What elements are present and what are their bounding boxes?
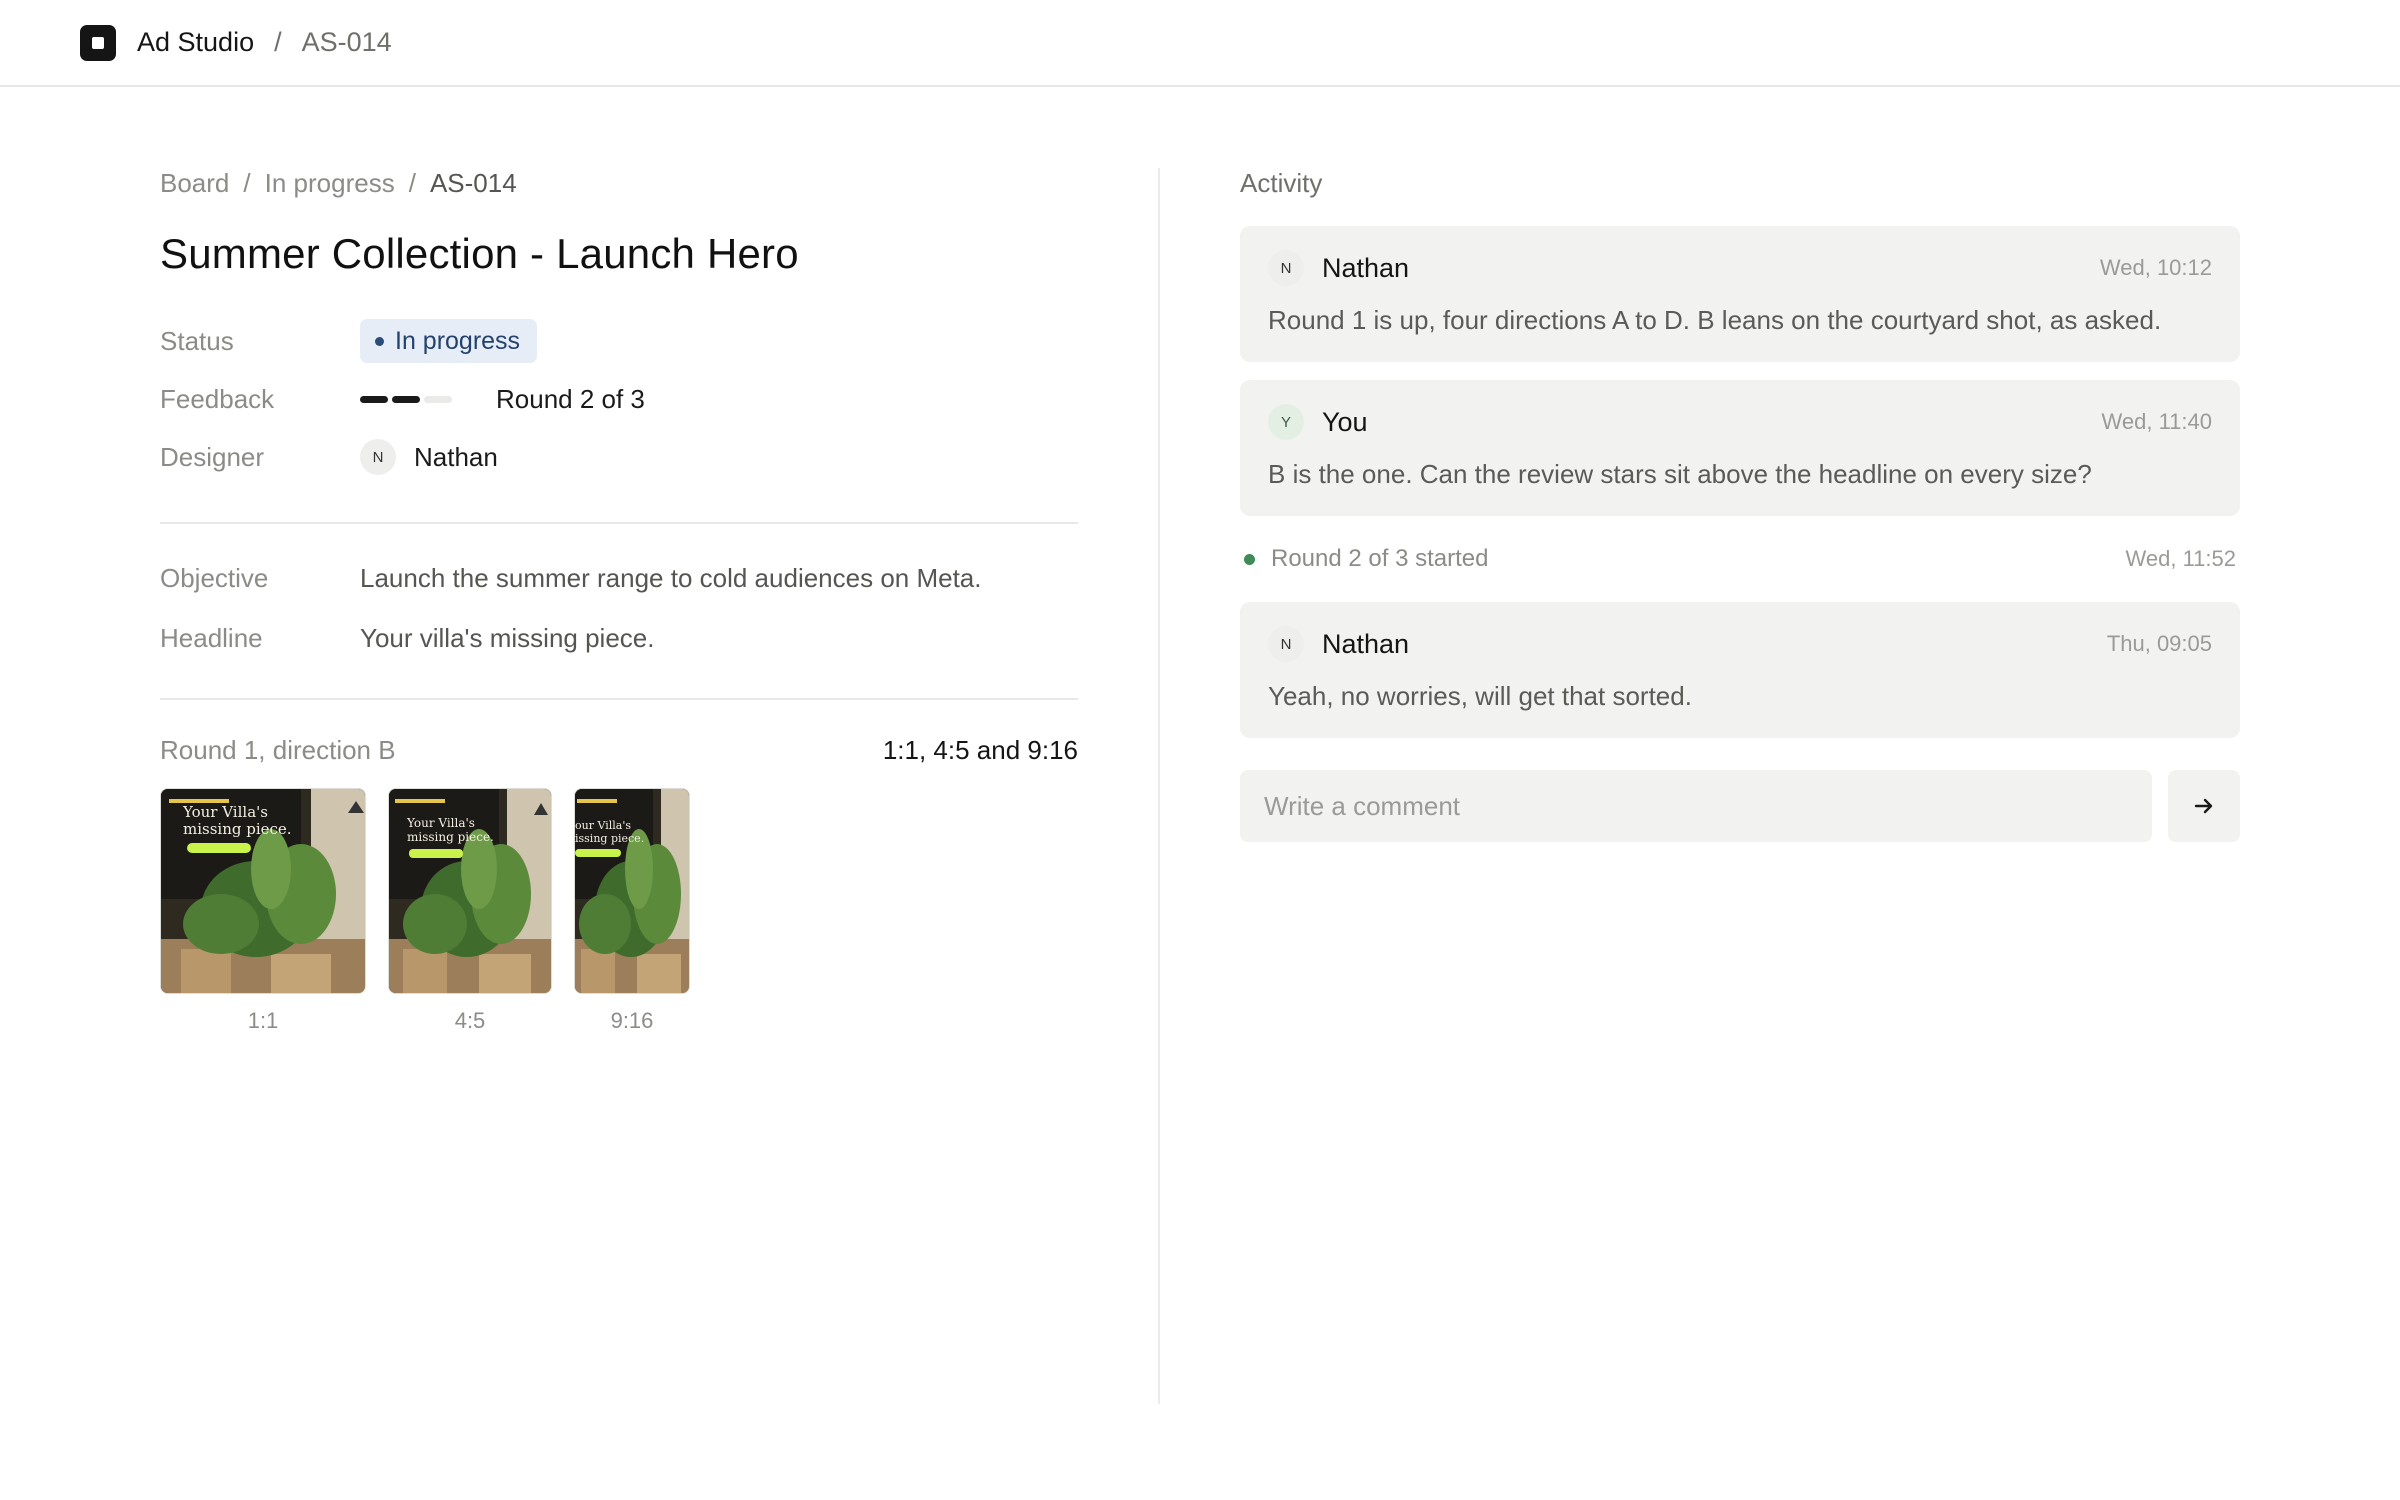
- app-logo-icon[interactable]: [80, 24, 116, 61]
- breadcrumb-separator: /: [243, 167, 251, 198]
- activity-title: Activity: [1240, 167, 1323, 198]
- headline-value: Your villa's missing piece.: [360, 622, 655, 653]
- objective-label: Objective: [160, 562, 269, 593]
- event-text: Round 2 of 3 started: [1271, 545, 1489, 572]
- thumbnail-label: 4:5: [454, 1008, 486, 1033]
- status-badge[interactable]: In progress: [360, 319, 538, 363]
- avatar: N: [1268, 250, 1304, 286]
- creatives-title: Round 1, direction B: [160, 734, 396, 765]
- objective-value: Launch the summer range to cold audience…: [360, 562, 982, 593]
- designer-label: Designer: [160, 441, 265, 472]
- creative-image[interactable]: Your Villa's missing piece.: [388, 788, 552, 994]
- feedback-row: Feedback Round 2 of 3: [160, 370, 1078, 428]
- thumbnail-label: 9:16: [610, 1008, 654, 1033]
- app-title[interactable]: Ad Studio: [137, 27, 254, 58]
- thumb-caption-line: missing piece.: [183, 820, 292, 838]
- creative-thumbnails: Your Villa's missing piece. 1:1 Your Vil…: [160, 788, 1078, 1034]
- creative-image[interactable]: Your Villa's missing piece.: [160, 788, 366, 994]
- comment-author: You: [1322, 406, 1368, 437]
- event-dot-icon: [1244, 553, 1255, 565]
- thumbnail-1-1[interactable]: Your Villa's missing piece. 1:1: [160, 788, 366, 1034]
- comment-input[interactable]: [1240, 770, 2152, 842]
- properties: Status In progress Feedback Round 2 of 3…: [160, 312, 1078, 486]
- comment-time: Wed, 10:12: [2099, 255, 2212, 280]
- activity-event: Round 2 of 3 started Wed, 11:52: [1240, 534, 2240, 584]
- thumb-caption-line: Your Villa's: [406, 816, 475, 830]
- topbar-item-id: AS-014: [301, 27, 392, 57]
- feedback-label: Feedback: [160, 383, 275, 414]
- avatar: Y: [1268, 404, 1304, 440]
- comment-time: Wed, 11:40: [2101, 409, 2212, 434]
- top-bar: Ad Studio / AS-014: [0, 0, 2400, 87]
- event-time: Wed, 11:52: [2125, 546, 2236, 571]
- designer-row: Designer N Nathan: [160, 428, 1078, 486]
- page-title: Summer Collection - Launch Hero: [160, 230, 799, 277]
- avatar: N: [360, 439, 396, 475]
- headline-label: Headline: [160, 622, 263, 653]
- thumbnail-9-16[interactable]: our Villa's issing piece. 9:16: [574, 788, 690, 1034]
- progress-segment: [360, 395, 388, 403]
- divider: [160, 698, 1078, 700]
- activity-panel: Activity N Nathan Wed, 10:12 Round 1 is …: [1240, 160, 2240, 842]
- progress-segment: [392, 395, 420, 403]
- status-label: Status: [160, 325, 234, 356]
- breadcrumb: Board / In progress / AS-014: [160, 160, 1078, 206]
- divider: [160, 522, 1078, 524]
- feedback-value: Round 2 of 3: [496, 383, 645, 414]
- comment-body: Yeah, no worries, will get that sorted.: [1268, 681, 1692, 711]
- breadcrumb-current: AS-014: [429, 167, 517, 198]
- feedback-progress: [360, 395, 456, 403]
- thumb-caption-line: missing piece.: [407, 830, 494, 844]
- headline-row: Headline Your villa's missing piece.: [160, 608, 1078, 668]
- send-comment-button[interactable]: [2168, 770, 2240, 842]
- comment-card: Y You Wed, 11:40 B is the one. Can the r…: [1240, 380, 2240, 516]
- designer-name[interactable]: Nathan: [414, 442, 498, 473]
- task-details: Board / In progress / AS-014 Summer Coll…: [160, 160, 1078, 1034]
- breadcrumb-in-progress[interactable]: In progress: [265, 168, 395, 199]
- creatives-ratios: 1:1, 4:5 and 9:16: [882, 734, 1078, 765]
- objective-row: Objective Launch the summer range to col…: [160, 548, 1078, 608]
- comment-body: Round 1 is up, four directions A to D. B…: [1268, 305, 2162, 335]
- comment-card: N Nathan Thu, 09:05 Yeah, no worries, wi…: [1240, 602, 2240, 738]
- thumbnail-4-5[interactable]: Your Villa's missing piece. 4:5: [388, 788, 552, 1034]
- thumb-caption-line: Your Villa's: [182, 803, 268, 821]
- breadcrumb-separator: /: [408, 167, 416, 198]
- progress-segment: [424, 395, 452, 403]
- thumbnail-label: 1:1: [247, 1008, 279, 1033]
- avatar: N: [1268, 626, 1304, 662]
- creative-image[interactable]: our Villa's issing piece.: [574, 788, 690, 994]
- column-divider: [1158, 168, 1160, 1404]
- brief: Objective Launch the summer range to col…: [160, 548, 1078, 668]
- topbar-separator: /: [274, 27, 282, 57]
- comment-body: B is the one. Can the review stars sit a…: [1268, 459, 2092, 489]
- comment-author: Nathan: [1322, 252, 1410, 283]
- creatives-header: Round 1, direction B 1:1, 4:5 and 9:16: [160, 726, 1078, 774]
- status-value: In progress: [395, 326, 521, 355]
- breadcrumb-board[interactable]: Board: [160, 168, 229, 199]
- arrow-right-icon: [2194, 798, 2213, 814]
- thumb-caption-line: our Villa's: [575, 819, 631, 832]
- comment-card: N Nathan Wed, 10:12 Round 1 is up, four …: [1240, 226, 2240, 362]
- comment-time: Thu, 09:05: [2106, 631, 2212, 656]
- thumb-caption-line: issing piece.: [575, 832, 644, 845]
- comment-composer: [1240, 770, 2240, 842]
- status-row: Status In progress: [160, 312, 1078, 370]
- comment-author: Nathan: [1322, 628, 1410, 659]
- status-dot-icon: [375, 336, 384, 346]
